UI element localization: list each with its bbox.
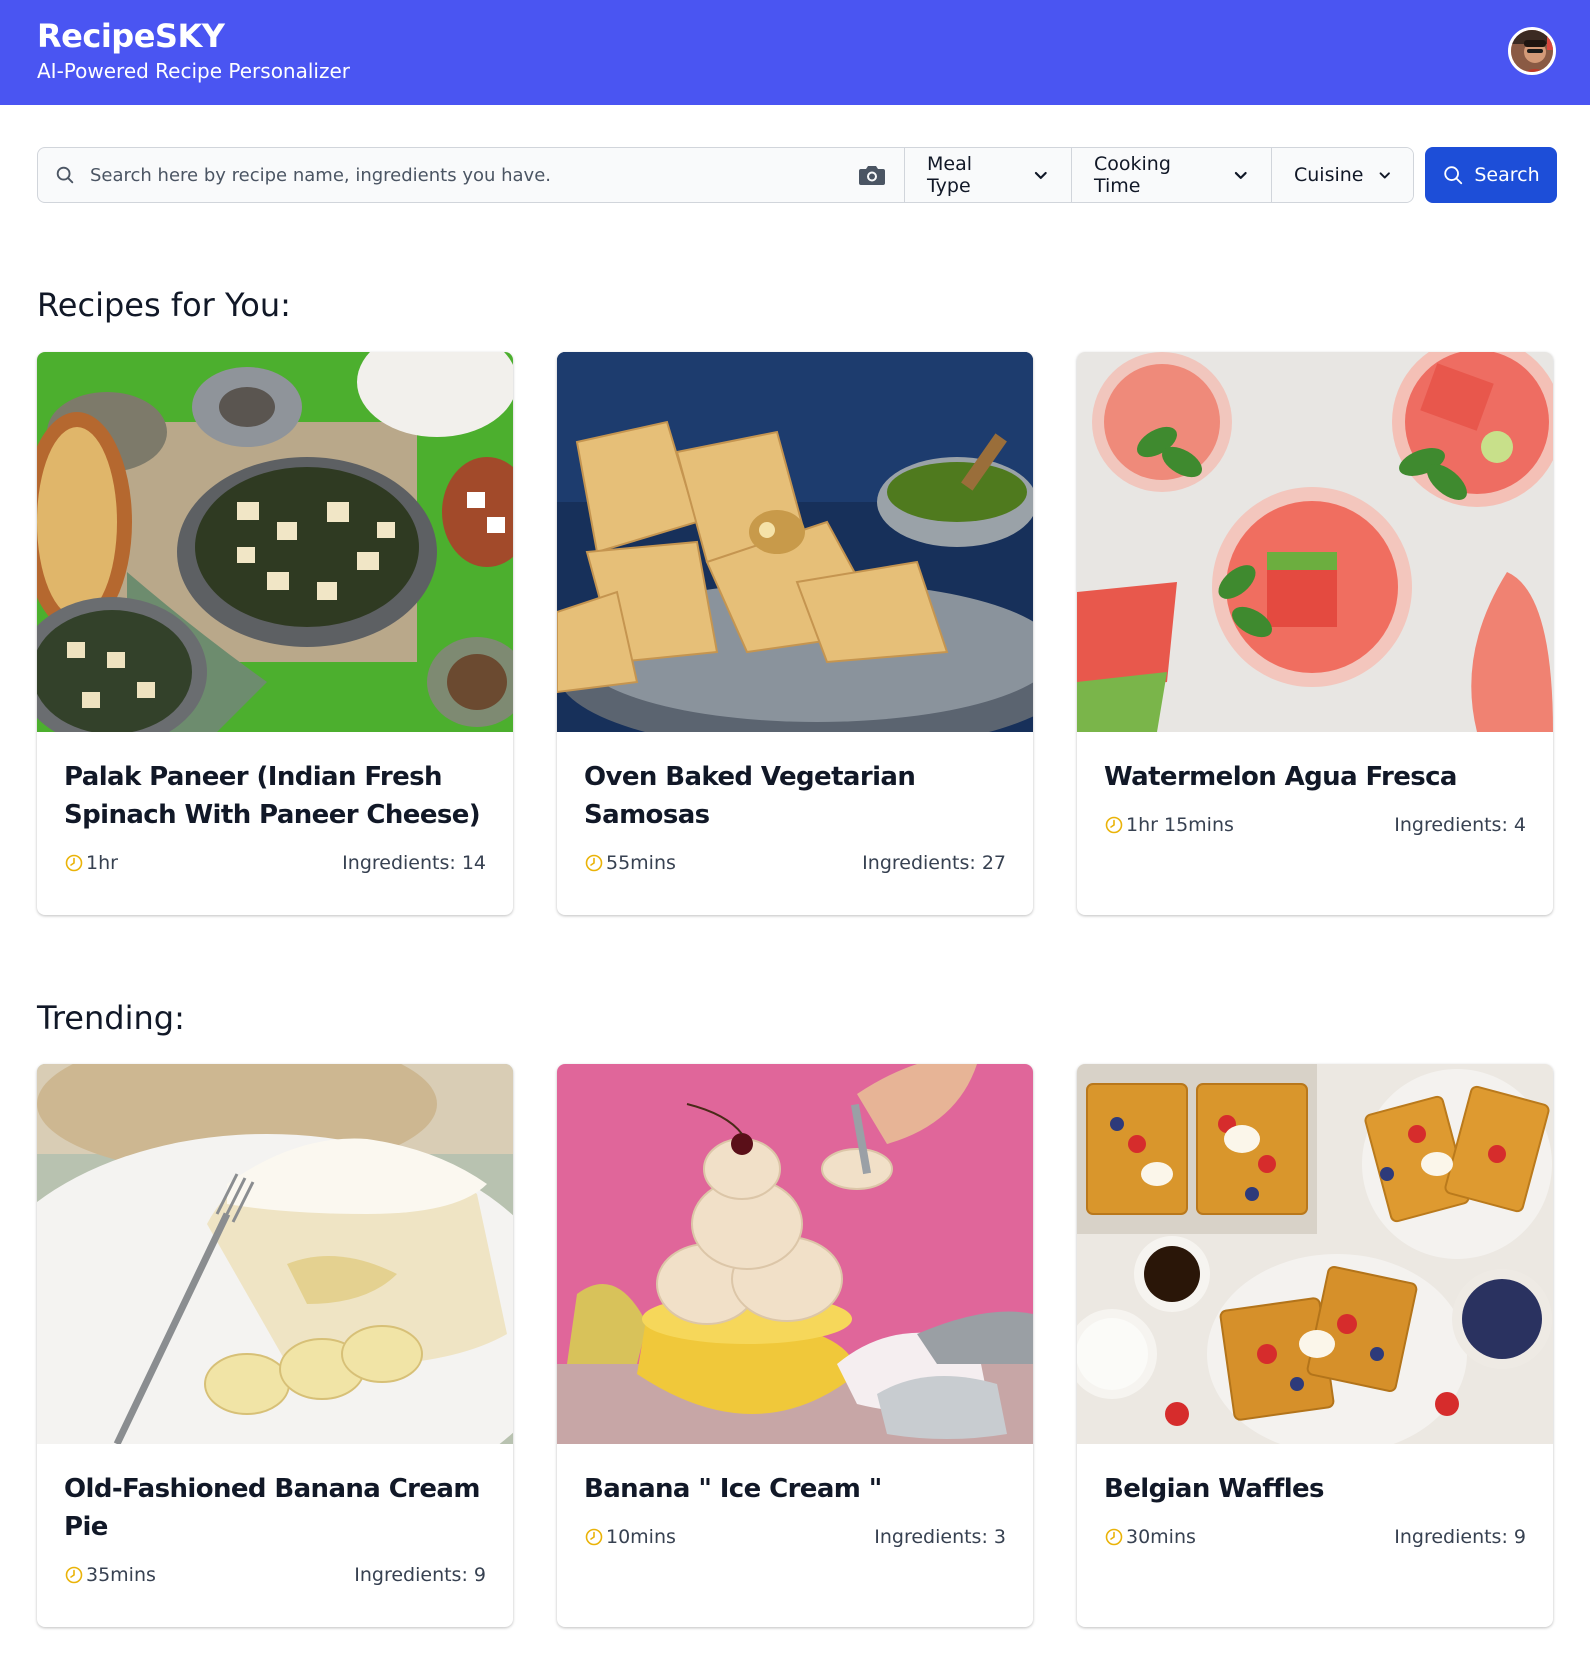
search-field <box>38 148 905 202</box>
search-bar: Meal Type Cooking Time Cuisine <box>37 147 1414 203</box>
recipe-time-label: 30mins <box>1126 1526 1196 1548</box>
clock-icon <box>1105 816 1123 834</box>
recipe-time-label: 1hr <box>86 852 118 874</box>
clock-icon <box>1105 1528 1123 1546</box>
recipe-image-banana-cream-pie[interactable] <box>37 1064 513 1444</box>
recipe-time-label: 10mins <box>606 1526 676 1548</box>
recipe-ingredients-count: Ingredients: 14 <box>342 852 486 874</box>
recipe-card[interactable]: Palak Paneer (Indian Fresh Spinach With … <box>37 352 513 915</box>
app-title[interactable]: RecipeSKY <box>37 16 350 56</box>
recipe-meta: 35mins Ingredients: 9 <box>64 1564 486 1586</box>
recipe-ingredients-count: Ingredients: 3 <box>874 1526 1006 1548</box>
recipe-card[interactable]: Belgian Waffles 30mins Ingredients: 9 <box>1077 1064 1553 1627</box>
clock-icon <box>65 1566 83 1584</box>
recipe-meta: 1hr 15mins Ingredients: 4 <box>1104 814 1526 836</box>
recipe-time: 1hr 15mins <box>1104 814 1234 836</box>
recipe-time: 55mins <box>584 852 676 874</box>
user-avatar[interactable] <box>1508 27 1556 75</box>
recipe-ingredients-count: Ingredients: 9 <box>1394 1526 1526 1548</box>
recipe-card-body: Banana " Ice Cream " 10mins Ingredients:… <box>557 1444 1033 1548</box>
recipe-time-label: 35mins <box>86 1564 156 1586</box>
camera-icon[interactable] <box>858 162 886 188</box>
recipe-time: 35mins <box>64 1564 156 1586</box>
recipe-card[interactable]: Oven Baked Vegetarian Samosas 55mins Ing… <box>557 352 1033 915</box>
recipe-ingredients-count: Ingredients: 4 <box>1394 814 1526 836</box>
recipe-meta: 1hr Ingredients: 14 <box>64 852 486 874</box>
meal-type-dropdown[interactable]: Meal Type <box>905 148 1072 202</box>
recipe-meta: 10mins Ingredients: 3 <box>584 1526 1006 1548</box>
cooking-time-dropdown[interactable]: Cooking Time <box>1072 148 1272 202</box>
recipe-title[interactable]: Banana " Ice Cream " <box>584 1470 1006 1508</box>
recipe-time-label: 55mins <box>606 852 676 874</box>
brand[interactable]: RecipeSKY AI-Powered Recipe Personalizer <box>37 16 350 84</box>
search-icon <box>56 166 74 184</box>
clock-icon <box>585 1528 603 1546</box>
cuisine-dropdown[interactable]: Cuisine <box>1272 148 1413 202</box>
recipe-image-samosas[interactable] <box>557 352 1033 732</box>
search-button-label: Search <box>1474 164 1540 186</box>
recipe-title[interactable]: Palak Paneer (Indian Fresh Spinach With … <box>64 758 486 834</box>
recipe-image-agua-fresca[interactable] <box>1077 352 1553 732</box>
recipe-card[interactable]: Old-Fashioned Banana Cream Pie 35mins In… <box>37 1064 513 1627</box>
recipe-image-banana-ice-cream[interactable] <box>557 1064 1033 1444</box>
meal-type-label: Meal Type <box>927 153 973 197</box>
recipe-time: 30mins <box>1104 1526 1196 1548</box>
cooking-time-label: Cooking Time <box>1094 153 1171 197</box>
recipe-ingredients-count: Ingredients: 27 <box>862 852 1006 874</box>
recipe-card-body: Belgian Waffles 30mins Ingredients: 9 <box>1077 1444 1553 1548</box>
recipe-card[interactable]: Watermelon Agua Fresca 1hr 15mins Ingred… <box>1077 352 1553 915</box>
recipe-card-body: Oven Baked Vegetarian Samosas 55mins Ing… <box>557 732 1033 874</box>
recipe-image-belgian-waffles[interactable] <box>1077 1064 1553 1444</box>
clock-icon <box>65 854 83 872</box>
recipe-card-body: Palak Paneer (Indian Fresh Spinach With … <box>37 732 513 874</box>
recipe-time: 1hr <box>64 852 118 874</box>
user-avatar-image <box>1511 30 1553 72</box>
clock-icon <box>585 854 603 872</box>
section-title-recipes-for-you: Recipes for You: <box>37 286 291 324</box>
section-title-trending: Trending: <box>37 999 185 1037</box>
recipe-title[interactable]: Watermelon Agua Fresca <box>1104 758 1526 796</box>
search-input[interactable] <box>90 148 850 202</box>
recipe-time: 10mins <box>584 1526 676 1548</box>
app-header: RecipeSKY AI-Powered Recipe Personalizer <box>0 0 1590 105</box>
recipe-card[interactable]: Banana " Ice Cream " 10mins Ingredients:… <box>557 1064 1033 1627</box>
recipe-ingredients-count: Ingredients: 9 <box>354 1564 486 1586</box>
chevron-down-icon <box>1235 171 1248 179</box>
recipe-title[interactable]: Oven Baked Vegetarian Samosas <box>584 758 1006 834</box>
recipe-meta: 55mins Ingredients: 27 <box>584 852 1006 874</box>
recipe-meta: 30mins Ingredients: 9 <box>1104 1526 1526 1548</box>
recipe-image-palak-paneer[interactable] <box>37 352 513 732</box>
chevron-down-icon <box>1035 171 1048 179</box>
app-subtitle: AI-Powered Recipe Personalizer <box>37 59 350 83</box>
recipe-time-label: 1hr 15mins <box>1126 814 1234 836</box>
chevron-down-icon <box>1379 172 1390 179</box>
search-button[interactable]: Search <box>1425 147 1557 203</box>
cuisine-label: Cuisine <box>1294 164 1364 186</box>
recipe-card-body: Old-Fashioned Banana Cream Pie 35mins In… <box>37 1444 513 1586</box>
recipe-title[interactable]: Old-Fashioned Banana Cream Pie <box>64 1470 486 1546</box>
search-icon <box>1444 166 1463 185</box>
recipe-title[interactable]: Belgian Waffles <box>1104 1470 1526 1508</box>
recipe-card-body: Watermelon Agua Fresca 1hr 15mins Ingred… <box>1077 732 1553 836</box>
